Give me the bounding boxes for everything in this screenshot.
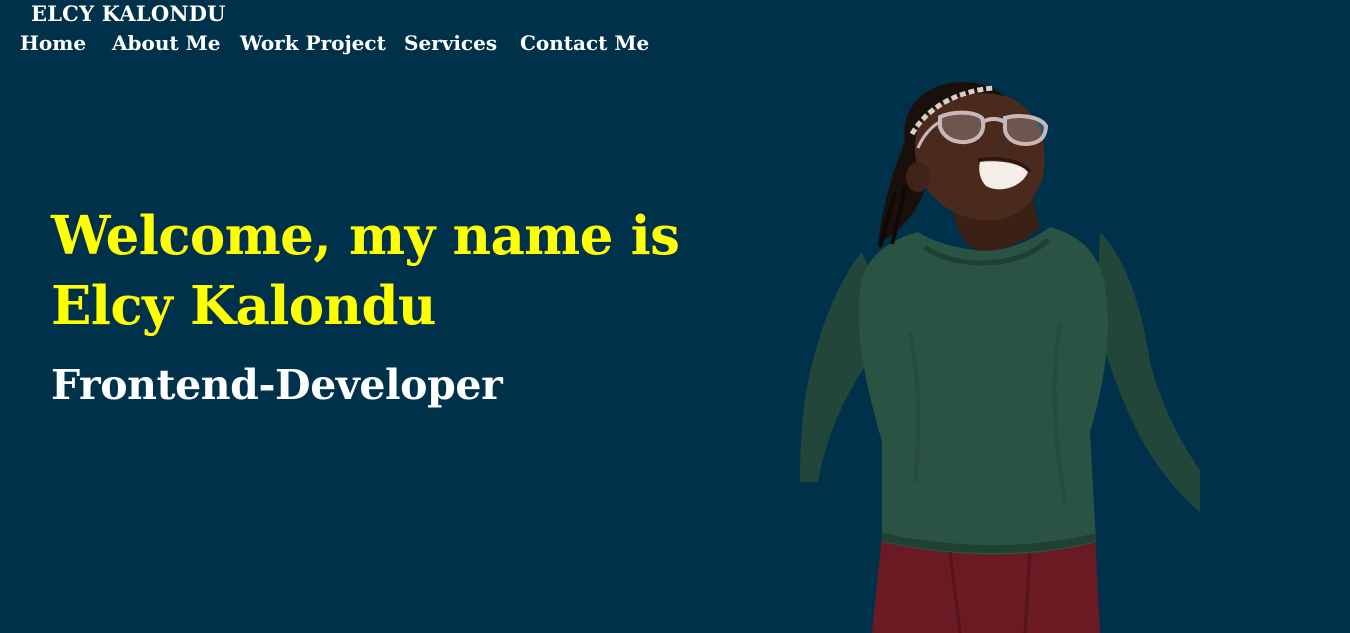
nav-link-home[interactable]: Home (20, 29, 86, 57)
hero-subtitle: Frontend-Developer (51, 361, 503, 409)
hero-title-line-1: Welcome, my name is (51, 205, 680, 267)
hero-title-line-2: Elcy Kalondu (51, 275, 436, 337)
portrait-sweater (858, 227, 1108, 555)
nav-link-contact-me[interactable]: Contact Me (520, 29, 649, 57)
site-brand: ELCY KALONDU (31, 1, 226, 26)
nav-link-about-me[interactable]: About Me (112, 29, 220, 57)
nav-link-services[interactable]: Services (404, 29, 497, 57)
portrait-image (800, 82, 1200, 633)
nav-link-work-project[interactable]: Work Project (240, 29, 386, 57)
hero-title: Welcome, my name is Elcy Kalondu (51, 201, 701, 341)
portrait-face (914, 93, 1045, 221)
portrait-right-arm (1096, 232, 1200, 512)
